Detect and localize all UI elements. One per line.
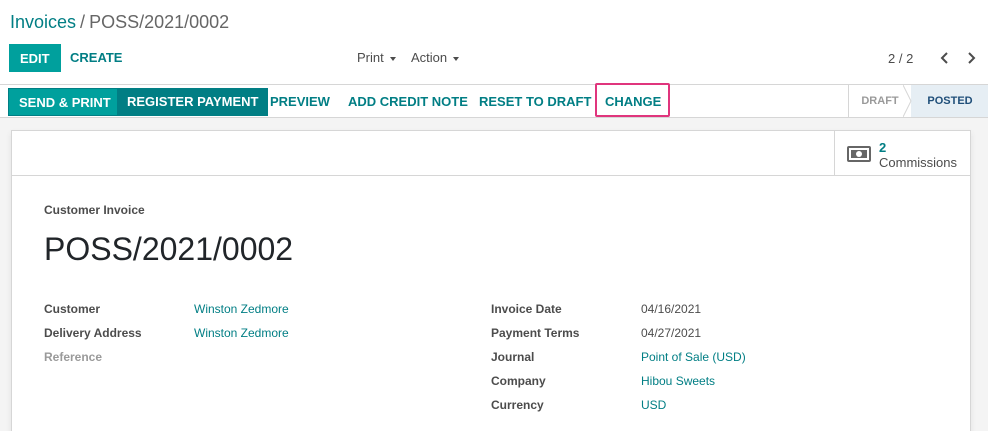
reference-label: Reference bbox=[44, 350, 103, 364]
action-dropdown-label: Action bbox=[411, 50, 448, 65]
delivery-address-value[interactable]: Winston Zedmore bbox=[194, 326, 289, 340]
invoice-number: POSS/2021/0002 bbox=[44, 231, 294, 267]
pager-previous-button[interactable] bbox=[936, 48, 954, 68]
breadcrumb-invoices-link[interactable]: Invoices bbox=[10, 12, 76, 32]
register-payment-button[interactable]: REGISTER PAYMENT bbox=[117, 88, 269, 116]
breadcrumb-separator: / bbox=[80, 12, 86, 32]
smart-button-box: 2 Commissions bbox=[12, 131, 970, 176]
send-print-button[interactable]: SEND & PRINT bbox=[8, 88, 122, 116]
invoice-date-value: 04/16/2021 bbox=[641, 302, 702, 316]
breadcrumb: Invoices / POSS/2021/0002 bbox=[10, 11, 229, 33]
stage-draft[interactable]: DRAFT bbox=[849, 85, 911, 117]
money-icon bbox=[847, 146, 871, 162]
invoice-date-label: Invoice Date bbox=[491, 302, 562, 316]
invoice-sheet: 2 Commissions Customer Invoice POSS/2021… bbox=[11, 130, 971, 431]
chevron-right-icon bbox=[968, 52, 976, 64]
payment-terms-value: 04/27/2021 bbox=[641, 326, 702, 340]
customer-value[interactable]: Winston Zedmore bbox=[194, 302, 289, 316]
print-dropdown-label: Print bbox=[357, 50, 384, 65]
caret-down-icon bbox=[389, 56, 396, 61]
commissions-label: Commissions bbox=[879, 155, 958, 170]
caret-down-icon bbox=[453, 56, 460, 61]
journal-label: Journal bbox=[491, 350, 535, 364]
currency-label: Currency bbox=[491, 398, 544, 412]
delivery-address-label: Delivery Address bbox=[44, 326, 142, 340]
edit-button[interactable]: EDIT bbox=[9, 44, 61, 72]
create-button[interactable]: CREATE bbox=[62, 44, 130, 72]
stage-indicator: DRAFT POSTED bbox=[848, 85, 988, 117]
status-bar: SEND & PRINT REGISTER PAYMENT PREVIEW AD… bbox=[0, 84, 988, 118]
currency-value[interactable]: USD bbox=[641, 398, 666, 412]
document-type-label: Customer Invoice bbox=[44, 203, 145, 217]
preview-button[interactable]: PREVIEW bbox=[262, 88, 338, 116]
add-credit-note-button[interactable]: ADD CREDIT NOTE bbox=[340, 88, 476, 116]
breadcrumb-current: POSS/2021/0002 bbox=[89, 12, 230, 32]
reset-to-draft-button[interactable]: RESET TO DRAFT bbox=[471, 88, 599, 116]
pager-next-button[interactable] bbox=[962, 48, 980, 68]
stage-posted[interactable]: POSTED bbox=[911, 85, 988, 117]
payment-terms-label: Payment Terms bbox=[491, 326, 580, 340]
control-panel: Invoices / POSS/2021/0002 EDIT CREATE Prin… bbox=[0, 0, 988, 84]
journal-value[interactable]: Point of Sale (USD) bbox=[641, 350, 746, 364]
customer-label: Customer bbox=[44, 302, 101, 316]
chevron-left-icon bbox=[940, 52, 948, 64]
commissions-count: 2 bbox=[879, 140, 887, 155]
change-button-highlight bbox=[595, 83, 670, 117]
commissions-smart-button[interactable]: 2 Commissions bbox=[834, 131, 970, 175]
action-dropdown[interactable]: Action bbox=[411, 50, 460, 66]
print-dropdown[interactable]: Print bbox=[357, 50, 396, 66]
company-label: Company bbox=[491, 374, 546, 388]
company-value[interactable]: Hibou Sweets bbox=[641, 374, 715, 388]
pager-value[interactable]: 2 / 2 bbox=[888, 51, 913, 66]
stage-arrow-icon bbox=[903, 85, 912, 117]
